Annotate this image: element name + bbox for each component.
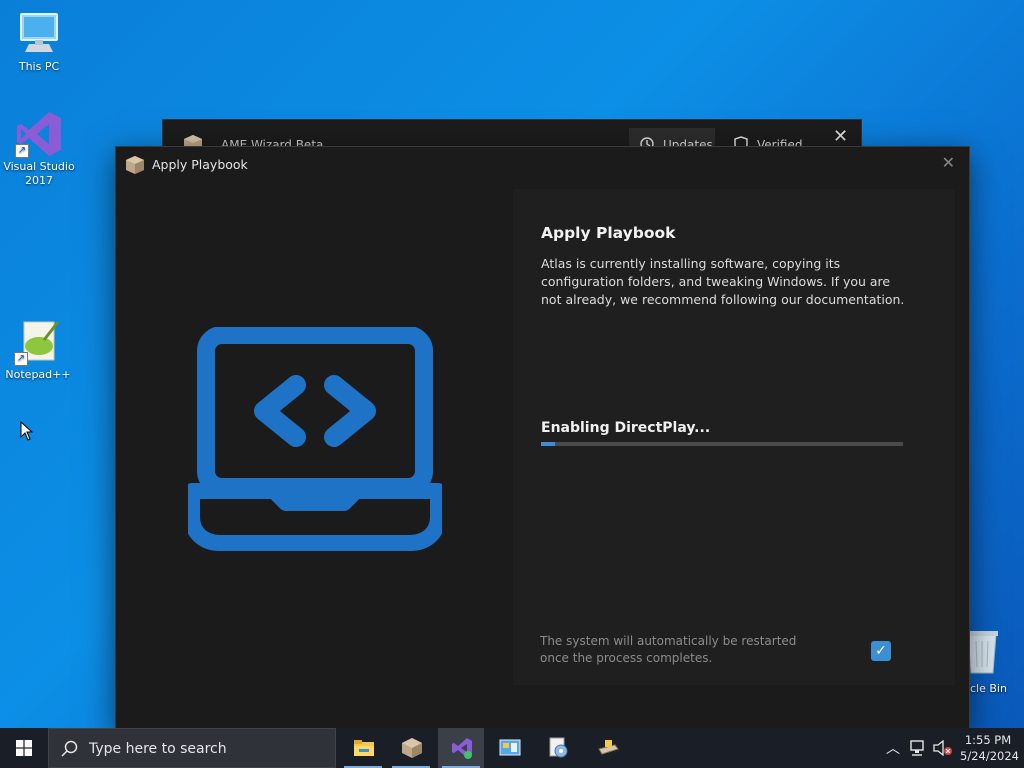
ame-wizard-close-button[interactable]: ✕ — [833, 126, 848, 147]
taskbar-app-media-player[interactable] — [534, 728, 580, 768]
visual-studio-icon — [452, 738, 472, 759]
desktop-icon-this-pc[interactable]: This PC — [1, 10, 77, 74]
shortcut-arrow-icon: ↗ — [15, 144, 29, 158]
file-explorer-icon — [354, 740, 374, 756]
taskbar: Type here to search ︿ 1:55 PM 5/24/2024 — [0, 728, 1024, 768]
window-titlebar[interactable]: Apply Playbook ✕ — [116, 147, 969, 181]
desktop-icon-label: This PC — [18, 60, 60, 73]
ame-wizard-icon — [126, 156, 144, 174]
taskbar-app-visual-studio[interactable] — [438, 728, 484, 768]
progress-bar — [541, 442, 903, 446]
restart-checkbox[interactable]: ✓ — [871, 641, 891, 661]
control-panel-icon — [499, 739, 521, 756]
progress-bar-fill — [541, 442, 556, 446]
notepad-plus-plus-icon: ↗ — [14, 318, 62, 366]
taskbar-app-scanner[interactable] — [584, 728, 630, 768]
taskbar-app-file-explorer[interactable] — [340, 728, 386, 768]
visual-studio-icon: ↗ — [15, 110, 63, 158]
speaker-muted-icon[interactable] — [933, 740, 953, 756]
windows-logo-icon — [16, 740, 32, 756]
this-pc-icon — [15, 10, 63, 58]
panel-description: Atlas is currently installing software, … — [541, 256, 905, 307]
taskbar-search-box[interactable]: Type here to search — [48, 728, 336, 768]
search-icon — [61, 740, 78, 757]
laptop-code-icon — [188, 327, 442, 551]
search-placeholder: Type here to search — [89, 741, 227, 757]
desktop-icon-label: cle Bin — [970, 682, 1007, 695]
taskbar-clock[interactable]: 1:55 PM 5/24/2024 — [960, 732, 1019, 764]
desktop-icon-label: Notepad++ — [5, 368, 71, 381]
taskbar-app-ame-wizard[interactable] — [388, 728, 434, 768]
window-close-button[interactable]: ✕ — [942, 153, 955, 172]
desktop-icon-visual-studio[interactable]: ↗ Visual Studio 2017 — [1, 110, 77, 188]
mouse-cursor-icon — [20, 421, 34, 441]
start-button[interactable] — [0, 728, 48, 768]
apply-playbook-window: Apply Playbook ✕ Apply Playbook Atlas is… — [115, 146, 970, 732]
checkmark-icon: ✓ — [875, 643, 887, 659]
window-title: Apply Playbook — [152, 157, 248, 172]
taskbar-app-control-panel[interactable] — [486, 728, 532, 768]
clock-date: 5/24/2024 — [960, 749, 1019, 763]
scanner-icon — [598, 740, 619, 755]
status-text: Enabling DirectPlay... — [541, 420, 711, 436]
restart-note: The system will automatically be restart… — [540, 634, 797, 665]
windows-media-player-icon — [549, 737, 568, 758]
clock-time: 1:55 PM — [964, 733, 1012, 747]
panel-heading: Apply Playbook — [541, 224, 676, 242]
desktop-icon-notepad-plus-plus[interactable]: ↗ Notepad++ — [0, 318, 76, 382]
desktop-icon-label: Visual Studio 2017 — [3, 160, 75, 187]
ame-wizard-icon — [402, 738, 422, 758]
network-icon[interactable] — [910, 740, 928, 756]
progress-panel: Apply Playbook Atlas is currently instal… — [513, 189, 955, 685]
shortcut-arrow-icon: ↗ — [14, 352, 28, 366]
tray-overflow-chevron-icon[interactable]: ︿ — [886, 738, 900, 768]
